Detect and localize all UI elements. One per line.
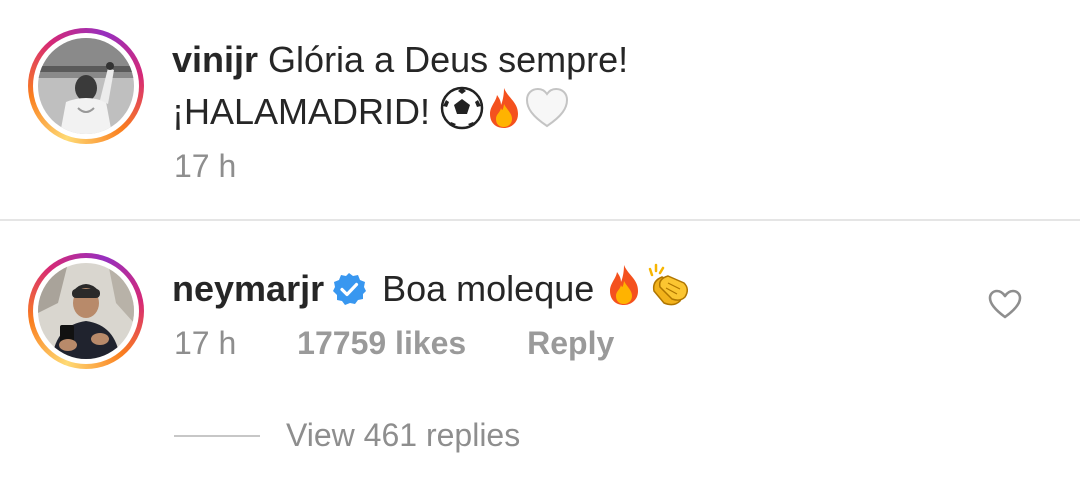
soccer-ball-icon: [440, 86, 484, 140]
avatar-photo: [38, 38, 134, 134]
verified-badge-icon: [332, 272, 367, 316]
neymarjr-avatar[interactable]: [28, 253, 144, 369]
post-caption: vinijr Glória a Deus sempre! ¡HALAMADRID…: [0, 0, 1080, 218]
comment-thread: vinijr Glória a Deus sempre! ¡HALAMADRID…: [0, 0, 1080, 491]
comment-meta: 17 h 17759 likes Reply: [174, 325, 614, 362]
replies-rule: [174, 434, 260, 437]
caption-line-2: ¡HALAMADRID!: [172, 86, 570, 140]
caption-text-line-1: Glória a Deus sempre!: [268, 39, 629, 80]
fire-icon: [604, 263, 644, 317]
like-heart-icon[interactable]: [988, 289, 1022, 326]
comment-line: neymarjr Boa moleque: [172, 261, 692, 317]
caption-time: 17 h: [174, 148, 237, 184]
comment-text: Boa moleque: [382, 268, 595, 309]
caption-text-line-2: ¡HALAMADRID!: [172, 91, 431, 132]
vinijr-avatar[interactable]: [28, 28, 144, 144]
comment-time: 17 h: [174, 325, 237, 361]
avatar-photo: [38, 263, 134, 359]
clapping-hands-icon: [644, 261, 692, 317]
view-replies-button[interactable]: View 461 replies: [174, 417, 520, 454]
likes-count[interactable]: 17759 likes: [297, 325, 466, 361]
reply-button[interactable]: Reply: [527, 325, 614, 361]
caption-line-1: vinijr Glória a Deus sempre!: [172, 38, 628, 82]
white-heart-icon: [524, 86, 570, 140]
comment-username[interactable]: neymarjr: [172, 268, 324, 309]
view-replies-label: View 461 replies: [286, 417, 521, 453]
caption-username[interactable]: vinijr: [172, 39, 258, 80]
comment-item: neymarjr Boa moleque 17 h 17759 likes Re…: [0, 221, 1080, 491]
fire-icon: [484, 86, 524, 140]
